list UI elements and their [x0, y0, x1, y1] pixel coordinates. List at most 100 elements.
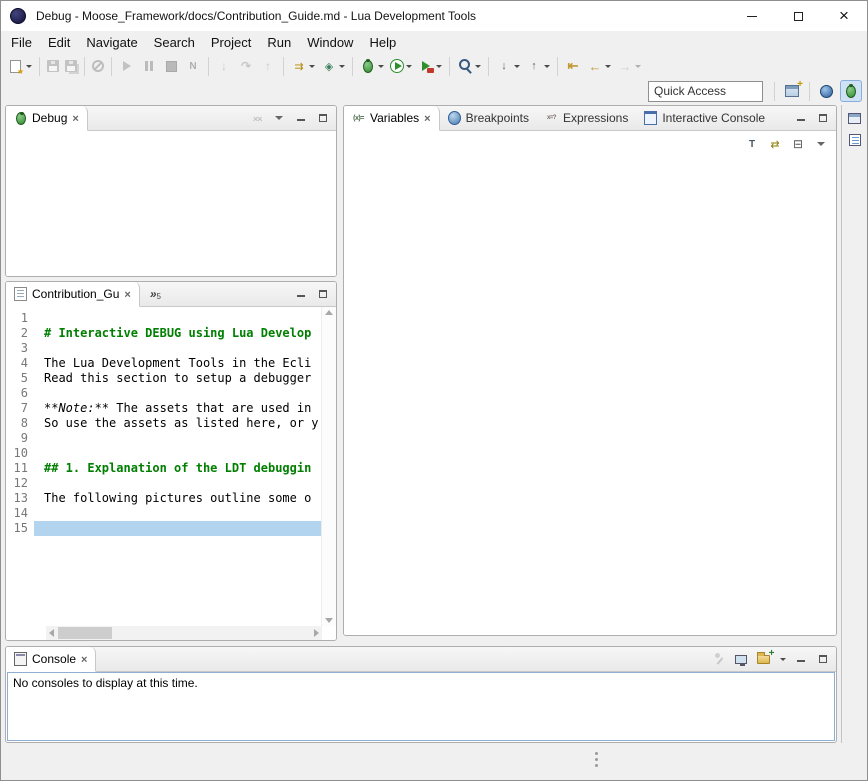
menu-navigate[interactable]: Navigate: [78, 33, 145, 52]
menu-run[interactable]: Run: [259, 33, 299, 52]
scrollbar-thumb[interactable]: [58, 627, 112, 639]
view-menu-icon[interactable]: [814, 137, 828, 151]
tab-debug[interactable]: Debug: [5, 106, 88, 131]
dropdown-caret-icon[interactable]: [605, 65, 611, 68]
scroll-down-icon[interactable]: [325, 618, 333, 623]
tab-variables[interactable]: Variables: [343, 106, 440, 131]
line-number[interactable]: 2: [6, 326, 34, 341]
coverage-button[interactable]: [319, 56, 347, 76]
line-number[interactable]: 3: [6, 341, 34, 356]
tab-interactive-console[interactable]: Interactive Console: [636, 106, 773, 130]
save-button[interactable]: [45, 58, 61, 74]
line-number[interactable]: 9: [6, 431, 34, 446]
scroll-up-icon[interactable]: [325, 310, 333, 315]
suspend-button[interactable]: [139, 56, 159, 76]
tab-overflow-chevron[interactable]: 5: [150, 282, 161, 306]
line-number[interactable]: 11: [6, 461, 34, 476]
menu-project[interactable]: Project: [203, 33, 259, 52]
run-button[interactable]: [388, 57, 414, 75]
close-button[interactable]: [821, 1, 867, 31]
dropdown-caret-icon[interactable]: [406, 65, 412, 68]
resume-button[interactable]: [117, 56, 137, 76]
menu-help[interactable]: Help: [361, 33, 404, 52]
minimize-view-icon[interactable]: [794, 652, 808, 666]
lua-perspective-button[interactable]: [818, 83, 835, 100]
display-selected-console-icon[interactable]: [734, 652, 748, 666]
previous-annotation-button[interactable]: [524, 56, 552, 76]
menu-window[interactable]: Window: [299, 33, 361, 52]
last-edit-location-button[interactable]: [563, 56, 583, 76]
tab-breakpoints[interactable]: Breakpoints: [440, 106, 537, 130]
line-number[interactable]: 7: [6, 401, 34, 416]
line-number[interactable]: 13: [6, 491, 34, 506]
external-tools-button[interactable]: [416, 56, 444, 76]
menu-edit[interactable]: Edit: [40, 33, 78, 52]
dropdown-caret-icon[interactable]: [339, 65, 345, 68]
dropdown-caret-icon[interactable]: [475, 65, 481, 68]
minimize-view-icon[interactable]: [294, 111, 308, 125]
line-number[interactable]: 8: [6, 416, 34, 431]
close-tab-icon[interactable]: [124, 287, 130, 301]
outline-view-button[interactable]: [847, 132, 863, 148]
pin-console-icon[interactable]: [712, 652, 726, 666]
menu-search[interactable]: Search: [146, 33, 203, 52]
quick-access-field[interactable]: Quick Access: [648, 81, 763, 102]
open-perspective-button[interactable]: [783, 83, 801, 99]
tab-console[interactable]: Console: [5, 647, 96, 672]
editor-horizontal-scrollbar[interactable]: [46, 626, 322, 640]
save-all-button[interactable]: [63, 58, 79, 74]
line-number[interactable]: 15: [6, 521, 34, 536]
tab-contribution-guide[interactable]: Contribution_Gu: [5, 282, 140, 307]
minimize-button[interactable]: [729, 1, 775, 31]
line-number[interactable]: 4: [6, 356, 34, 371]
editor-content[interactable]: 1 2# Interactive DEBUG using Lua Develop…: [6, 311, 322, 626]
skip-all-breakpoints-button[interactable]: [90, 58, 106, 74]
dropdown-caret-icon[interactable]: [309, 65, 315, 68]
collapse-all-icon[interactable]: [791, 137, 805, 151]
maximize-view-icon[interactable]: [816, 111, 830, 125]
menu-file[interactable]: File: [3, 33, 40, 52]
debug-button[interactable]: [358, 56, 386, 76]
app-icon[interactable]: [10, 8, 26, 24]
dropdown-caret-icon[interactable]: [544, 65, 550, 68]
close-tab-icon[interactable]: [424, 111, 430, 125]
restore-view-button[interactable]: [846, 111, 863, 126]
dropdown-caret-icon[interactable]: [635, 65, 641, 68]
maximize-view-icon[interactable]: [316, 287, 330, 301]
forward-button[interactable]: [615, 56, 643, 76]
dropdown-caret-icon[interactable]: [514, 65, 520, 68]
dropdown-caret-icon[interactable]: [378, 65, 384, 68]
scroll-right-icon[interactable]: [314, 629, 319, 637]
dropdown-caret-icon[interactable]: [26, 65, 32, 68]
line-number[interactable]: 10: [6, 446, 34, 461]
line-number[interactable]: 5: [6, 371, 34, 386]
disconnect-button[interactable]: [183, 56, 203, 76]
debug-perspective-button[interactable]: [840, 80, 862, 102]
next-annotation-button[interactable]: [494, 56, 522, 76]
close-tab-icon[interactable]: [72, 111, 78, 125]
close-tab-icon[interactable]: [81, 652, 87, 666]
line-number[interactable]: 12: [6, 476, 34, 491]
line-number[interactable]: 14: [6, 506, 34, 521]
new-wizard-button[interactable]: [6, 58, 34, 75]
view-menu-icon[interactable]: [272, 111, 286, 125]
dropdown-caret-icon[interactable]: [780, 658, 786, 661]
open-console-icon[interactable]: [756, 652, 770, 666]
maximize-button[interactable]: [775, 1, 821, 31]
minimize-view-icon[interactable]: [794, 111, 808, 125]
dropdown-caret-icon[interactable]: [436, 65, 442, 68]
back-button[interactable]: [585, 56, 613, 76]
line-number[interactable]: 1: [6, 311, 34, 326]
scroll-left-icon[interactable]: [49, 629, 54, 637]
show-logical-structures-icon[interactable]: [768, 137, 782, 151]
step-return-button[interactable]: [258, 56, 278, 76]
step-into-button[interactable]: [214, 56, 234, 76]
search-button[interactable]: [455, 56, 483, 76]
splitter-grip[interactable]: [595, 752, 598, 755]
show-type-names-icon[interactable]: [745, 137, 759, 151]
tab-expressions[interactable]: Expressions: [537, 106, 636, 130]
remove-all-terminated-icon[interactable]: [250, 111, 264, 125]
step-over-button[interactable]: [236, 56, 256, 76]
maximize-view-icon[interactable]: [316, 111, 330, 125]
line-number[interactable]: 6: [6, 386, 34, 401]
